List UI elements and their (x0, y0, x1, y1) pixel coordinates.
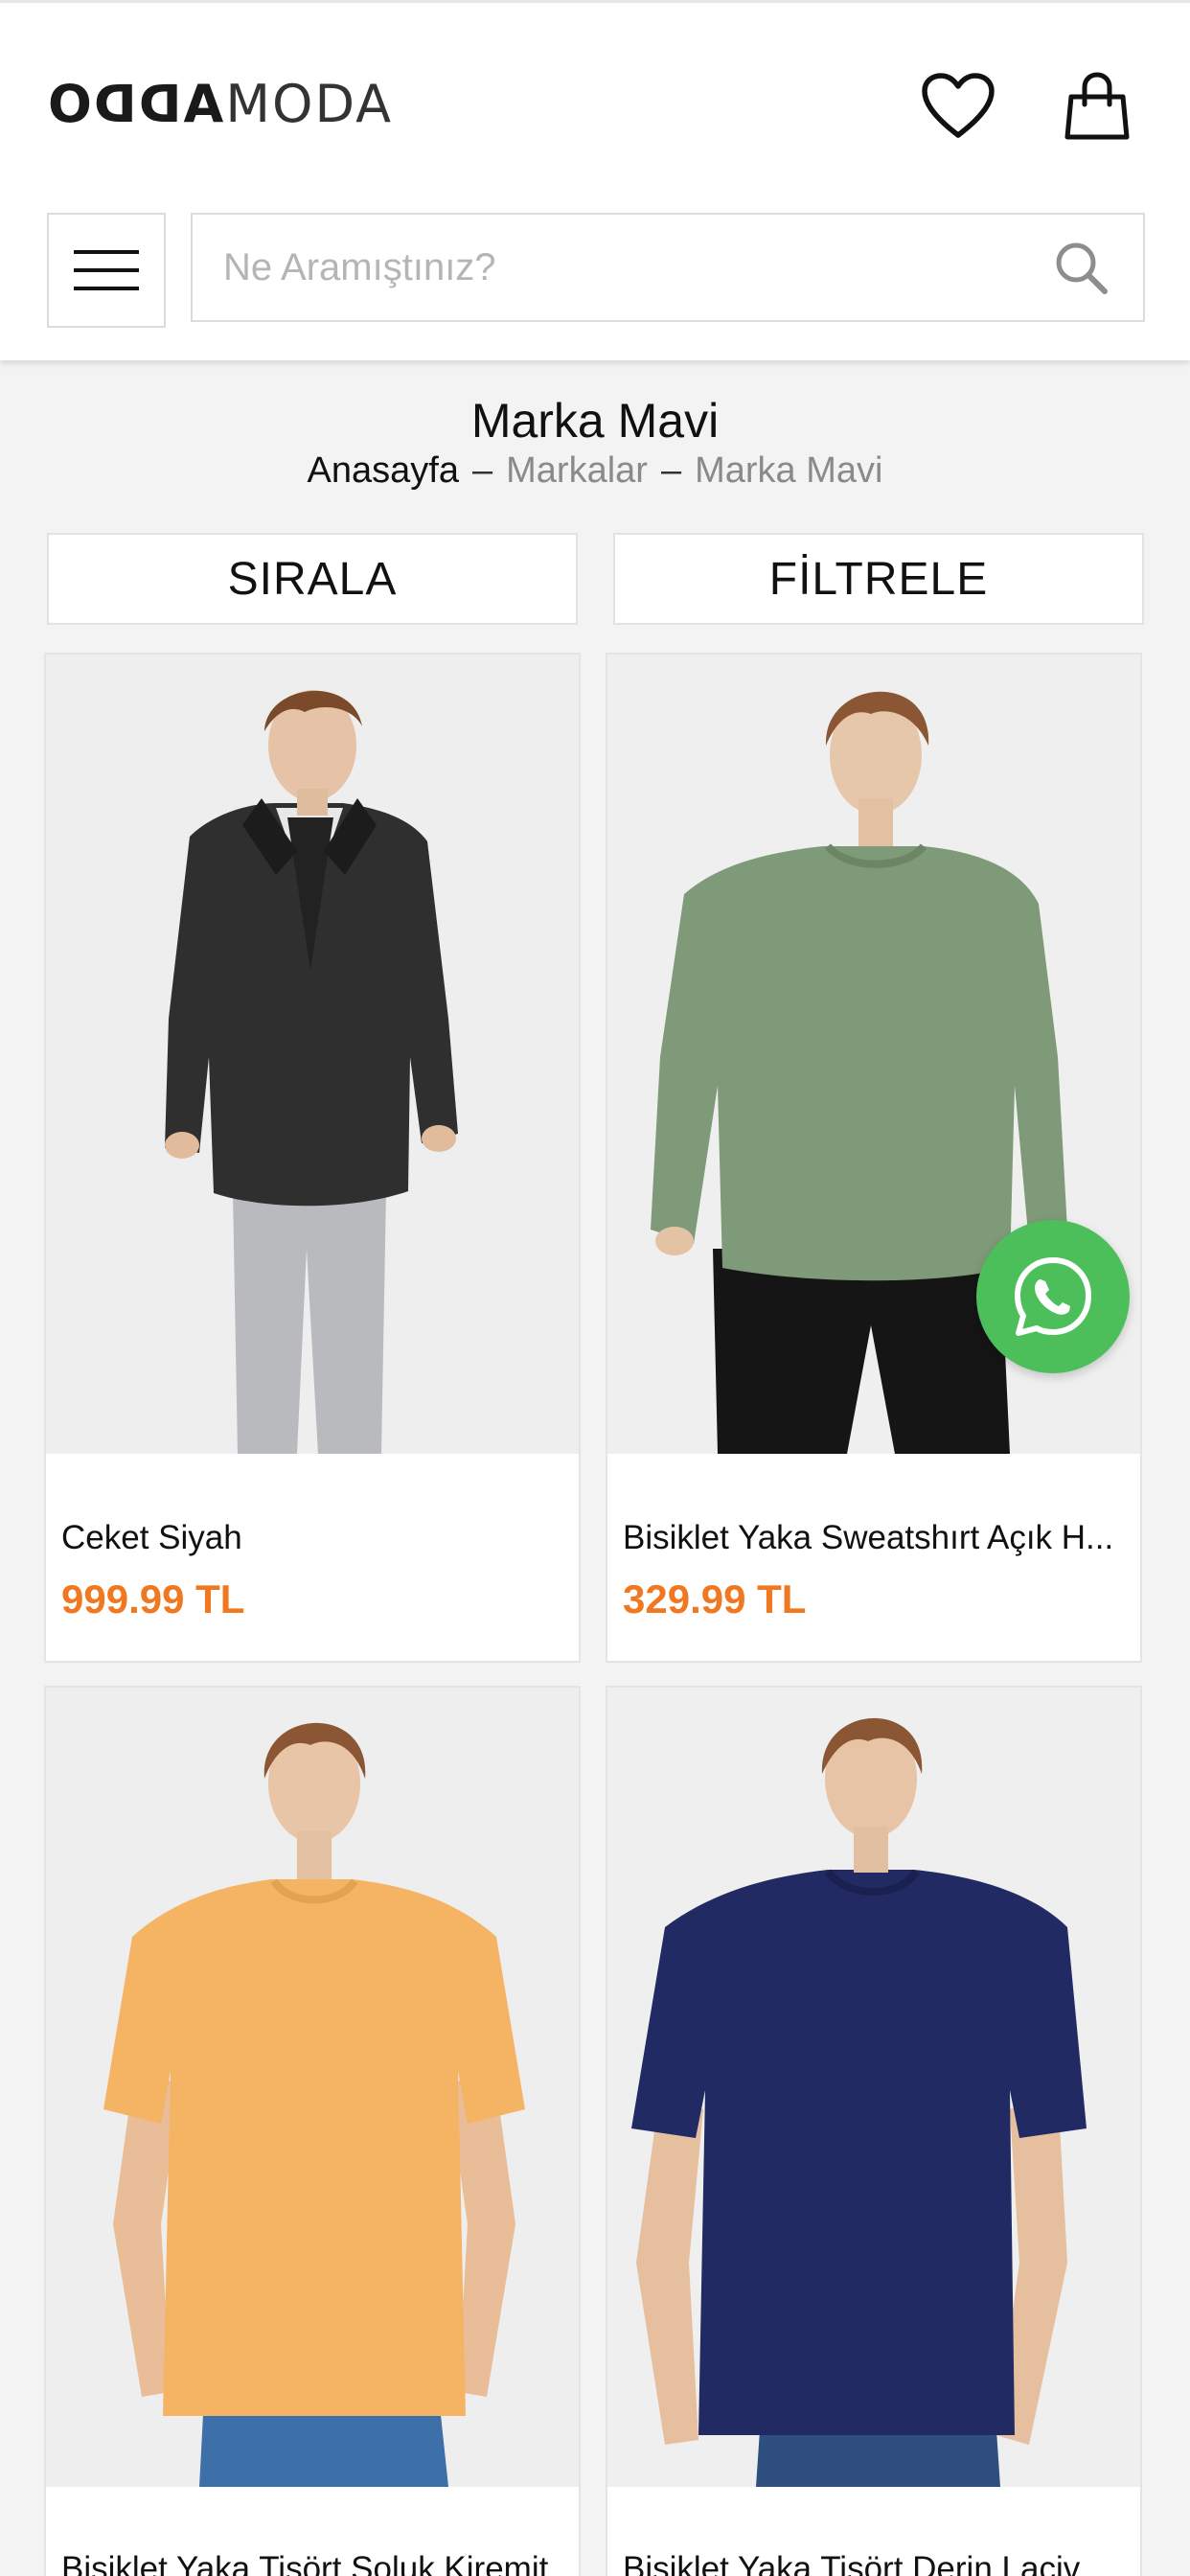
product-price: 999.99 TL (61, 1576, 245, 1622)
product-card[interactable]: Bisiklet Yaka Tişört Derin Laciv (606, 1686, 1142, 2576)
breadcrumb: Anasayfa – Markalar – Marka Mavi (0, 450, 1190, 492)
breadcrumb-separator: – (471, 450, 493, 491)
filter-button[interactable]: FİLTRELE (613, 533, 1144, 625)
logo-light-part: MODA (225, 73, 394, 134)
product-name[interactable]: Ceket Siyah (61, 1519, 563, 1557)
page-title: Marka Mavi (470, 394, 720, 448)
menu-button[interactable] (47, 213, 166, 328)
search-button[interactable] (1047, 234, 1114, 301)
product-name[interactable]: Bisiklet Yaka Tişört Soluk Kiremit (61, 2550, 563, 2576)
product-name[interactable]: Bisiklet Yaka Tişört Derin Laciv (623, 2550, 1125, 2576)
hamburger-menu-icon (74, 250, 139, 290)
shopping-bag-icon (1064, 72, 1130, 140)
sort-button[interactable]: SIRALA (47, 533, 578, 625)
product-card[interactable]: Bisiklet Yaka Tişört Soluk Kiremit (44, 1686, 581, 2576)
search-input[interactable] (193, 215, 1017, 320)
cart-button[interactable] (1054, 68, 1140, 145)
model-photo-tshirt-navy (607, 1688, 1140, 2487)
model-photo-tshirt-orange (46, 1688, 579, 2487)
model-photo-jacket (46, 655, 579, 1454)
favorites-button[interactable] (915, 68, 1001, 145)
product-name[interactable]: Bisiklet Yaka Sweatshırt Açık H... (623, 1519, 1125, 1557)
whatsapp-icon (1015, 1257, 1091, 1336)
product-card[interactable]: Ceket Siyah 999.99 TL (44, 653, 581, 1663)
product-price: 329.99 TL (623, 1576, 807, 1622)
logo-bold-part: OᗡᗡA (48, 73, 226, 134)
site-header: OᗡᗡA MODA (0, 0, 1190, 360)
heart-icon (922, 73, 995, 138)
product-image[interactable] (607, 1688, 1140, 2487)
product-image[interactable] (46, 655, 579, 1454)
brand-logo[interactable]: OᗡᗡA MODA (48, 70, 393, 137)
search-bar (191, 213, 1145, 322)
product-card[interactable]: Bisiklet Yaka Sweatshırt Açık H... 329.9… (606, 653, 1142, 1663)
search-icon (1056, 242, 1108, 294)
breadcrumb-brands[interactable]: Markalar (506, 450, 648, 491)
breadcrumb-separator: – (660, 450, 682, 491)
breadcrumb-current: Marka Mavi (695, 450, 883, 491)
whatsapp-chat-button[interactable] (976, 1220, 1130, 1373)
breadcrumb-home[interactable]: Anasayfa (308, 450, 459, 491)
product-image[interactable] (46, 1688, 579, 2487)
